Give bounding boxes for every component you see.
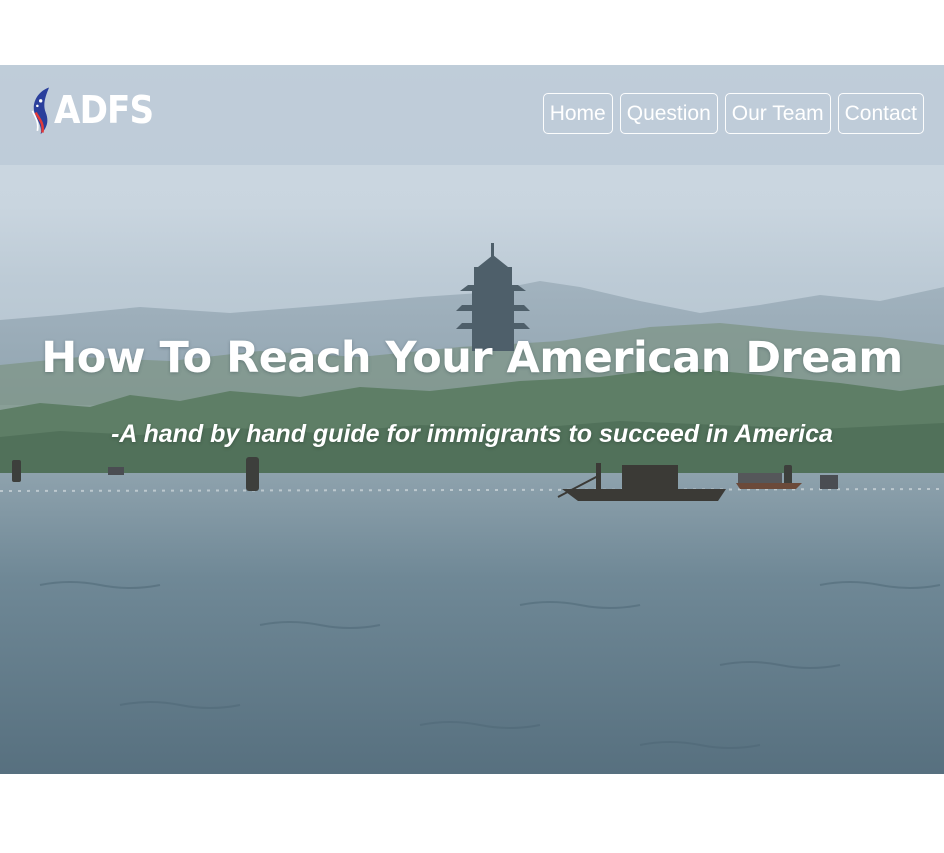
navbar: ADFS Home Question Our Team Contact (0, 65, 944, 165)
hero-subtitle: -A hand by hand guide for immigrants to … (111, 420, 833, 448)
brand-name: ADFS (53, 88, 154, 132)
nav-question[interactable]: Question (619, 93, 718, 134)
hero-section: ADFS Home Question Our Team Contact How … (0, 65, 944, 774)
nav-our-team[interactable]: Our Team (724, 93, 831, 134)
site-logo[interactable]: ADFS (24, 77, 164, 143)
torch-flag-icon (31, 87, 50, 135)
nav-home[interactable]: Home (542, 93, 613, 134)
main-nav: Home Question Our Team Contact (542, 93, 924, 134)
nav-contact[interactable]: Contact (837, 93, 924, 134)
hero-title: How To Reach Your American Dream (41, 333, 903, 383)
